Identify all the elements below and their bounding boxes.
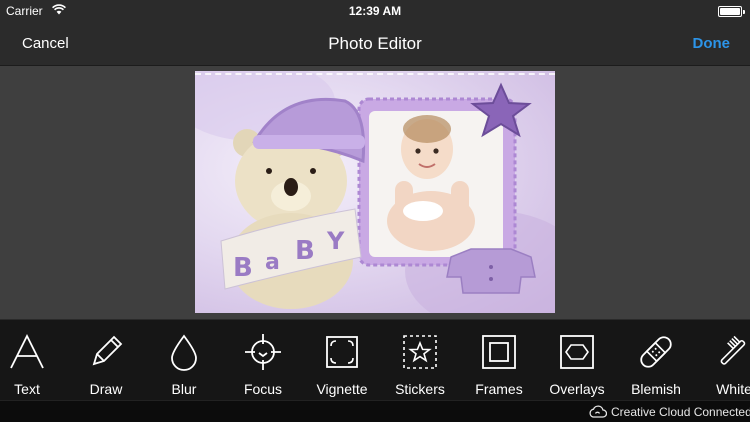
editor-canvas: B a B Y [0, 66, 750, 319]
tool-label: Focus [243, 381, 283, 397]
tool-stickers[interactable]: Stickers [381, 320, 459, 401]
banner-letter: a [265, 250, 280, 275]
navigation-bar: Cancel Photo Editor Done [0, 22, 750, 66]
tool-label: Draw [89, 381, 123, 397]
baby-banner: B a B Y [233, 227, 345, 283]
tool-label: Overlays [549, 381, 605, 397]
tool-blemish[interactable]: Blemish [617, 320, 695, 401]
pencil-icon [92, 335, 123, 366]
done-button[interactable]: Done [693, 35, 731, 52]
banner-letter: B [295, 236, 315, 266]
battery-icon [718, 6, 745, 17]
tool-vignette[interactable]: Vignette [303, 320, 381, 401]
tool-label: Stickers [395, 381, 445, 397]
crosshair-icon [245, 334, 281, 370]
creative-cloud-status: Creative Cloud Connected [611, 405, 750, 419]
tool-label: Blur [171, 381, 197, 397]
creative-cloud-icon [589, 405, 607, 418]
tool-label: White [716, 381, 750, 397]
edited-photo[interactable]: B a B Y [195, 71, 555, 313]
tool-overlays[interactable]: Overlays [538, 320, 616, 401]
tool-focus[interactable]: Focus [224, 320, 302, 401]
text-icon [10, 333, 44, 369]
droplet-icon [171, 334, 197, 371]
footer-bar: Creative Cloud Connected [0, 400, 750, 422]
status-time: 12:39 AM [348, 4, 402, 18]
tool-frames[interactable]: Frames [460, 320, 538, 401]
tool-label: Frames [475, 381, 523, 397]
tool-text[interactable]: Text [0, 320, 66, 401]
bandage-icon [640, 336, 672, 368]
tool-label: Vignette [316, 381, 368, 397]
star-sticker-icon [403, 335, 437, 369]
tool-draw[interactable]: Draw [67, 320, 145, 401]
tool-label: Text [14, 381, 40, 397]
status-bar: Carrier 12:39 AM [0, 0, 750, 22]
tool-whiten[interactable]: White [695, 320, 750, 401]
tool-label: Blemish [631, 381, 681, 397]
tool-bar: Text Draw Blur Focus Vignette Stickers F… [0, 319, 750, 400]
frame-icon [482, 335, 516, 369]
banner-letter: B [233, 253, 253, 283]
whiten-brush-icon [720, 335, 746, 365]
page-title: Photo Editor [328, 34, 422, 53]
banner-letter: Y [326, 227, 345, 255]
hexagon-overlay-icon [560, 335, 594, 369]
tool-blur[interactable]: Blur [145, 320, 223, 401]
vignette-icon [326, 336, 358, 368]
